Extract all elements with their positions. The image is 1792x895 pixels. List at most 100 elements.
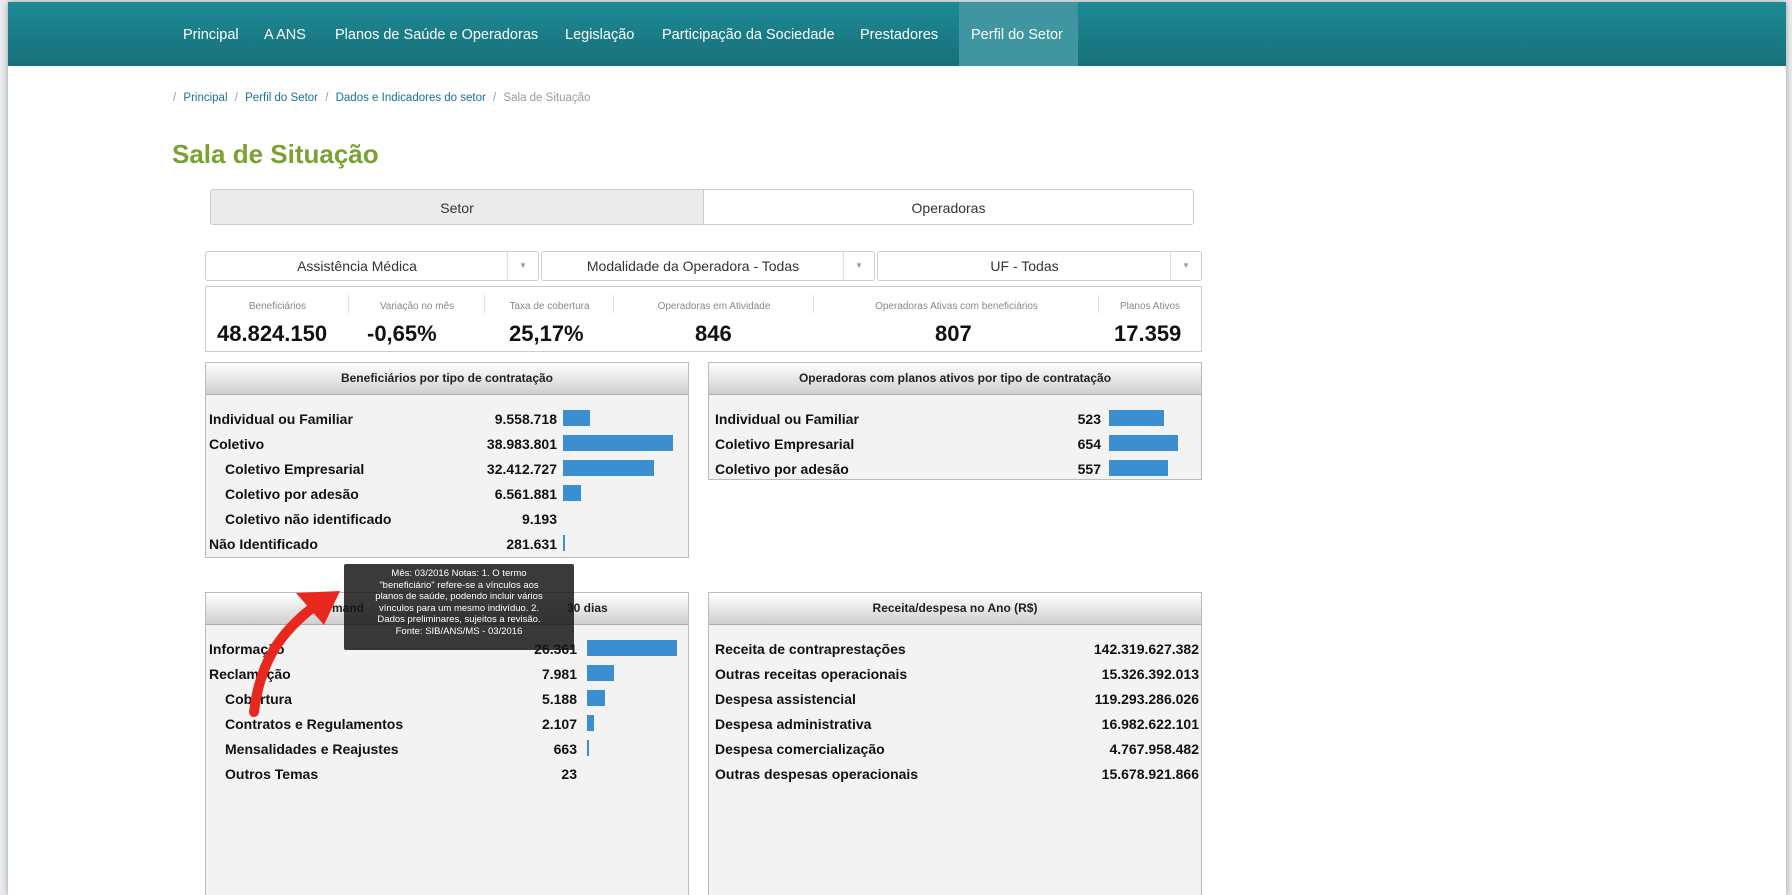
value-bar — [587, 690, 605, 706]
tooltip: Mês: 03/2016 Notas: 1. O termo "benefici… — [344, 564, 574, 650]
stat-value: -0,65% — [367, 321, 437, 346]
breadcrumb-dados-indicadores[interactable]: Dados e Indicadores do setor — [336, 92, 486, 104]
value-bar — [587, 640, 677, 656]
row-label: Receita de contraprestações — [715, 641, 906, 657]
row-label: Coletivo Empresarial — [715, 436, 855, 452]
row-label: Outras receitas operacionais — [715, 666, 908, 682]
value-bar — [563, 535, 565, 551]
filter-assistencia-value: Assistência Médica — [297, 258, 417, 274]
stat-label: Taxa de cobertura — [509, 301, 590, 312]
row-label: Outras despesas operacionais — [715, 766, 919, 782]
stat-variacao: Variação no mês -0,65% — [349, 287, 485, 351]
table-row: Despesa administrativa 16.982.622.101 — [709, 712, 1201, 737]
stat-label: Beneficiários — [248, 301, 307, 312]
top-navigation-bar: Principal A ANS Planos de Saúde e Operad… — [8, 2, 1786, 66]
table-row: Coletivo por adesão 557 — [709, 457, 1201, 482]
row-value: 119.293.286.026 — [1094, 691, 1199, 707]
panel-operadoras: Operadoras com planos ativos por tipo de… — [708, 362, 1202, 480]
row-value: 281.631 — [506, 536, 557, 552]
stat-label: Operadoras Ativas com beneficiários — [875, 301, 1038, 312]
chevron-down-icon: ▼ — [843, 252, 874, 280]
row-label: Coletivo por adesão — [225, 486, 359, 502]
row-label: Individual ou Familiar — [715, 411, 859, 427]
breadcrumb-current: Sala de Situação — [503, 92, 591, 104]
stat-taxa-cobertura: Taxa de cobertura 25,17% — [485, 287, 614, 351]
filter-uf-value: UF - Todas — [990, 258, 1059, 274]
stat-label: Planos Ativos — [1119, 301, 1181, 312]
stat-beneficiarios: Beneficiários 48.824.150 — [206, 287, 349, 351]
value-bar — [563, 485, 581, 501]
breadcrumb-separator: / — [325, 92, 329, 104]
tooltip-line: Mês: 03/2016 Notas: 1. O termo — [391, 568, 527, 579]
stat-value: 25,17% — [509, 321, 584, 346]
row-label: Despesa administrativa — [715, 716, 872, 732]
row-label: Não Identificado — [209, 536, 318, 552]
row-label: Mensalidades e Reajustes — [225, 741, 399, 757]
nav-item-prestadores[interactable]: Prestadores — [848, 2, 950, 66]
row-value: 142.319.627.382 — [1093, 641, 1199, 657]
stat-value: 48.824.150 — [217, 321, 328, 346]
row-value: 32.412.727 — [486, 461, 557, 477]
nav-item-planos-de-saude[interactable]: Planos de Saúde e Operadoras — [323, 2, 550, 66]
table-row: Coletivo Empresarial 32.412.727 — [206, 457, 688, 482]
tooltip-line: planos de saúde, podendo incluir vários — [375, 591, 543, 603]
breadcrumb-perfil-do-setor[interactable]: Perfil do Setor — [245, 92, 318, 104]
table-row: Não Identificado 281.631 — [206, 532, 688, 557]
chevron-down-icon: ▼ — [507, 252, 538, 280]
row-value: 9.558.718 — [494, 411, 557, 427]
table-row: Individual ou Familiar 9.558.718 — [206, 407, 688, 432]
filter-assistencia-select[interactable]: Assistência Médica ▼ — [205, 251, 539, 281]
value-bar — [563, 435, 673, 451]
tooltip-line: Dados preliminares, sujeitos a revisão. — [377, 614, 541, 626]
stat-planos-ativos: Planos Ativos 17.359 — [1099, 287, 1201, 351]
stat-operadoras-ativas: Operadoras Ativas com beneficiários 807 — [814, 287, 1099, 351]
panel-title: Receita/despesa no Ano (R$) — [709, 593, 1201, 625]
table-row: Despesa assistencial 119.293.286.026 — [709, 687, 1201, 712]
stat-operadoras-atividade: Operadoras em Atividade 846 — [614, 287, 814, 351]
row-value: 23 — [561, 766, 577, 782]
row-value: 15.326.392.013 — [1101, 666, 1199, 682]
row-value: 654 — [1077, 436, 1101, 452]
breadcrumb-principal[interactable]: Principal — [183, 92, 227, 104]
stat-value: 846 — [695, 321, 732, 346]
filter-modalidade-select[interactable]: Modalidade da Operadora - Todas ▼ — [541, 251, 875, 281]
row-value: 5.188 — [541, 691, 577, 707]
nav-item-participacao[interactable]: Participação da Sociedade — [650, 2, 847, 66]
filter-uf-select[interactable]: UF - Todas ▼ — [877, 251, 1202, 281]
tab-operadoras[interactable]: Operadoras — [703, 189, 1194, 225]
row-value: 16.982.622.101 — [1101, 716, 1199, 732]
table-row: Outras receitas operacionais 15.326.392.0… — [709, 662, 1201, 687]
panel-title: Operadoras com planos ativos por tipo de… — [709, 363, 1201, 395]
row-value: 2.107 — [541, 716, 577, 732]
table-row: Coletivo 38.983.801 — [206, 432, 688, 457]
tab-setor[interactable]: Setor — [210, 189, 704, 225]
table-row: Individual ou Familiar 523 — [709, 407, 1201, 432]
table-row: Coletivo por adesão 6.561.881 — [206, 482, 688, 507]
value-bar — [563, 460, 654, 476]
stat-value: 17.359 — [1114, 321, 1182, 346]
table-row: Mensalidades e Reajustes 663 — [206, 737, 688, 762]
panel-beneficiarios: Beneficiários por tipo de contratação In… — [205, 362, 689, 558]
value-bar — [587, 715, 594, 731]
browser-page: Principal A ANS Planos de Saúde e Operad… — [8, 2, 1786, 895]
value-bar — [1109, 410, 1164, 426]
chevron-down-icon: ▼ — [1170, 252, 1201, 280]
breadcrumb-separator: / — [493, 92, 497, 104]
table-row: Despesa comercialização 4.767.958.482 — [709, 737, 1201, 762]
row-label: Despesa comercialização — [715, 741, 885, 757]
nav-item-principal[interactable]: Principal — [171, 2, 251, 66]
stat-label: Variação no mês — [379, 301, 455, 312]
value-bar — [563, 410, 590, 426]
breadcrumb-separator: / — [173, 92, 177, 104]
row-label: Coletivo não identificado — [225, 511, 392, 527]
row-value: 38.983.801 — [486, 436, 557, 452]
row-label: Despesa assistencial — [715, 691, 856, 707]
stat-label: Operadoras em Atividade — [657, 301, 771, 312]
nav-item-a-ans[interactable]: A ANS — [252, 2, 318, 66]
row-label: Coletivo Empresarial — [225, 461, 365, 477]
row-value: 663 — [553, 741, 577, 757]
row-label: Individual ou Familiar — [209, 411, 353, 427]
nav-item-perfil-do-setor[interactable]: Perfil do Setor — [959, 2, 1078, 66]
page-title: Sala de Situação — [172, 139, 379, 169]
nav-item-legislacao[interactable]: Legislação — [553, 2, 646, 66]
